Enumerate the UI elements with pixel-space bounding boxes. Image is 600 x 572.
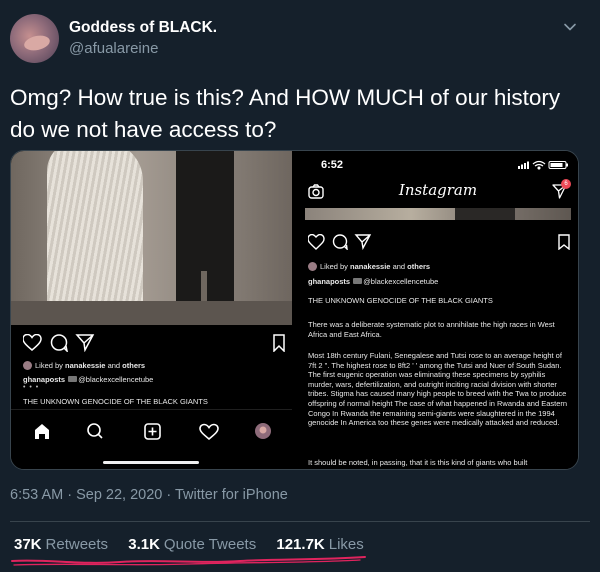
- avatar[interactable]: [10, 14, 59, 63]
- heart-icon: [23, 334, 42, 351]
- post-username: ghanaposts @blackexcellencetube: [23, 375, 154, 384]
- tweet: Goddess of BLACK. @afualareine Omg? How …: [0, 0, 600, 572]
- post-paragraph-1: There was a deliberate systematic plot t…: [308, 320, 555, 339]
- wifi-icon: [532, 160, 546, 170]
- home-icon: [35, 424, 49, 439]
- bookmark-icon: [273, 334, 285, 352]
- profile-avatar-icon: [255, 423, 271, 439]
- tweet-meta: 6:53 AM · Sep 22, 2020 · Twitter for iPh…: [10, 487, 288, 503]
- heart-icon: [308, 234, 325, 250]
- search-icon: [87, 423, 103, 439]
- comment-icon: [50, 334, 68, 352]
- add-post-icon: [144, 423, 161, 440]
- post-heading: THE UNKNOWN GENOCIDE OF THE BLACK GIANTS: [308, 296, 493, 305]
- activity-heart-icon: [199, 423, 219, 441]
- historical-photo: [11, 151, 292, 325]
- bookmark-icon: [558, 234, 570, 250]
- display-name[interactable]: Goddess of BLACK.: [69, 19, 217, 37]
- comment-icon: [332, 234, 348, 250]
- media-image-left[interactable]: Liked by nanakessie and others ghanapost…: [11, 151, 292, 469]
- media-grid[interactable]: Liked by nanakessie and others ghanapost…: [10, 150, 579, 470]
- status-icons: [518, 160, 568, 170]
- red-underline-annotation: [11, 556, 366, 566]
- share-icon: [75, 334, 95, 352]
- post-paragraph-2: Most 18th century Fulani, Senegalese and…: [308, 351, 568, 428]
- tweet-date[interactable]: Sep 22, 2020: [76, 487, 162, 503]
- share-icon: [354, 234, 372, 250]
- tweet-source[interactable]: Twitter for iPhone: [175, 487, 288, 503]
- notification-badge: 6: [561, 179, 571, 189]
- battery-icon: [548, 161, 568, 169]
- ig-bottom-nav: [35, 423, 271, 441]
- more-dots: • • •: [23, 384, 40, 391]
- post-caption: THE UNKNOWN GENOCIDE OF THE BLACK GIANTS: [23, 397, 208, 406]
- user-handle[interactable]: @afualareine: [69, 40, 158, 57]
- chevron-down-icon[interactable]: [563, 20, 577, 34]
- home-indicator: [103, 461, 199, 464]
- status-time: 6:52: [321, 159, 344, 171]
- post-username: ghanaposts @blackexcellencetube: [308, 277, 439, 286]
- divider: [10, 521, 590, 522]
- ig-action-bar-right: [308, 234, 570, 250]
- liked-by-text: Liked by nanakessie and others: [308, 262, 430, 271]
- instagram-logo: Instagram: [398, 181, 478, 199]
- media-image-right[interactable]: 6:52 Instagram 6 Liked by nanakessie and…: [296, 151, 578, 469]
- ig-action-bar: [23, 334, 285, 352]
- signal-icon: [518, 161, 529, 169]
- tweet-text: Omg? How true is this? And HOW MUCH of o…: [10, 85, 561, 142]
- tweet-time[interactable]: 6:53 AM: [10, 487, 63, 503]
- post-paragraph-3: It should be noted, in passing, that it …: [308, 458, 528, 467]
- photo-strip: [305, 208, 571, 220]
- liked-by-text: Liked by nanakessie and others: [23, 361, 145, 370]
